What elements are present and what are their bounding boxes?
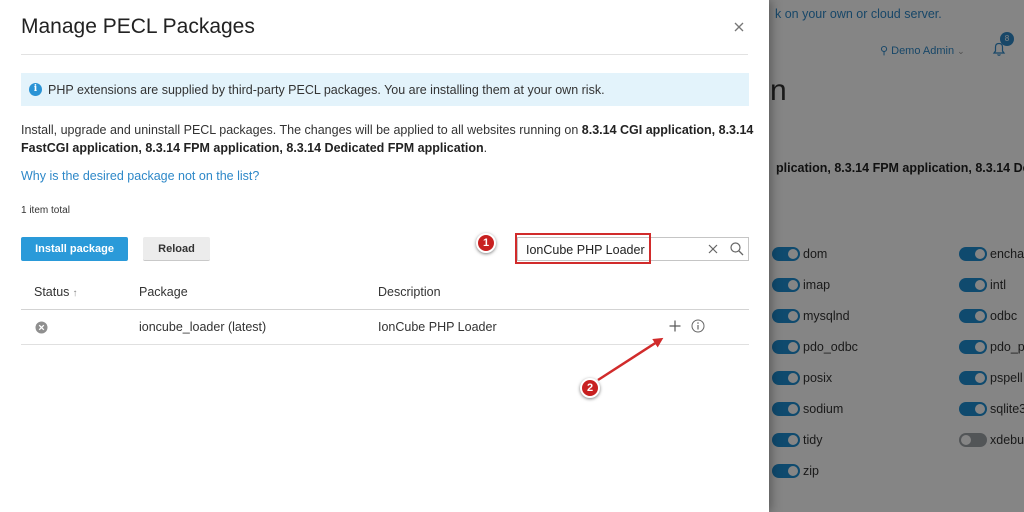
column-header-status[interactable]: Status ↑ <box>34 285 77 299</box>
clear-search-icon[interactable] <box>706 242 720 256</box>
why-package-missing-link[interactable]: Why is the desired package not on the li… <box>21 169 259 183</box>
sort-ascending-icon: ↑ <box>72 288 78 299</box>
risk-alert: i PHP extensions are supplied by third-p… <box>21 73 749 106</box>
manage-pecl-packages-dialog: Manage PECL Packages i PHP extensions ar… <box>0 0 769 512</box>
table-header: Status ↑ Package Description <box>21 273 749 310</box>
dialog-title: Manage PECL Packages <box>21 15 255 38</box>
info-circle-icon[interactable] <box>691 319 705 333</box>
search-icon[interactable] <box>729 241 745 257</box>
package-name: ioncube_loader (latest) <box>139 320 267 334</box>
column-header-package: Package <box>139 285 188 299</box>
close-icon[interactable] <box>730 18 748 36</box>
status-header-label: Status <box>34 285 70 299</box>
column-header-description: Description <box>378 285 441 299</box>
reload-button[interactable]: Reload <box>143 237 210 261</box>
alert-text: PHP extensions are supplied by third-par… <box>48 82 605 97</box>
intro-text: Install, upgrade and uninstall PECL pack… <box>21 121 761 157</box>
step-marker-2: 2 <box>580 378 600 398</box>
plus-icon[interactable] <box>668 319 682 333</box>
not-installed-status-icon <box>35 321 48 334</box>
search-highlight-annotation <box>515 233 651 264</box>
intro-end: . <box>483 141 488 155</box>
table-row: ioncube_loader (latest) IonCube PHP Load… <box>21 310 749 345</box>
package-description: IonCube PHP Loader <box>378 320 497 334</box>
install-package-button[interactable]: Install package <box>21 237 128 261</box>
info-icon: i <box>29 83 42 96</box>
title-divider <box>21 54 748 55</box>
items-total: 1 item total <box>21 205 70 216</box>
step-marker-1: 1 <box>476 233 496 253</box>
intro-plain: Install, upgrade and uninstall PECL pack… <box>21 123 582 137</box>
